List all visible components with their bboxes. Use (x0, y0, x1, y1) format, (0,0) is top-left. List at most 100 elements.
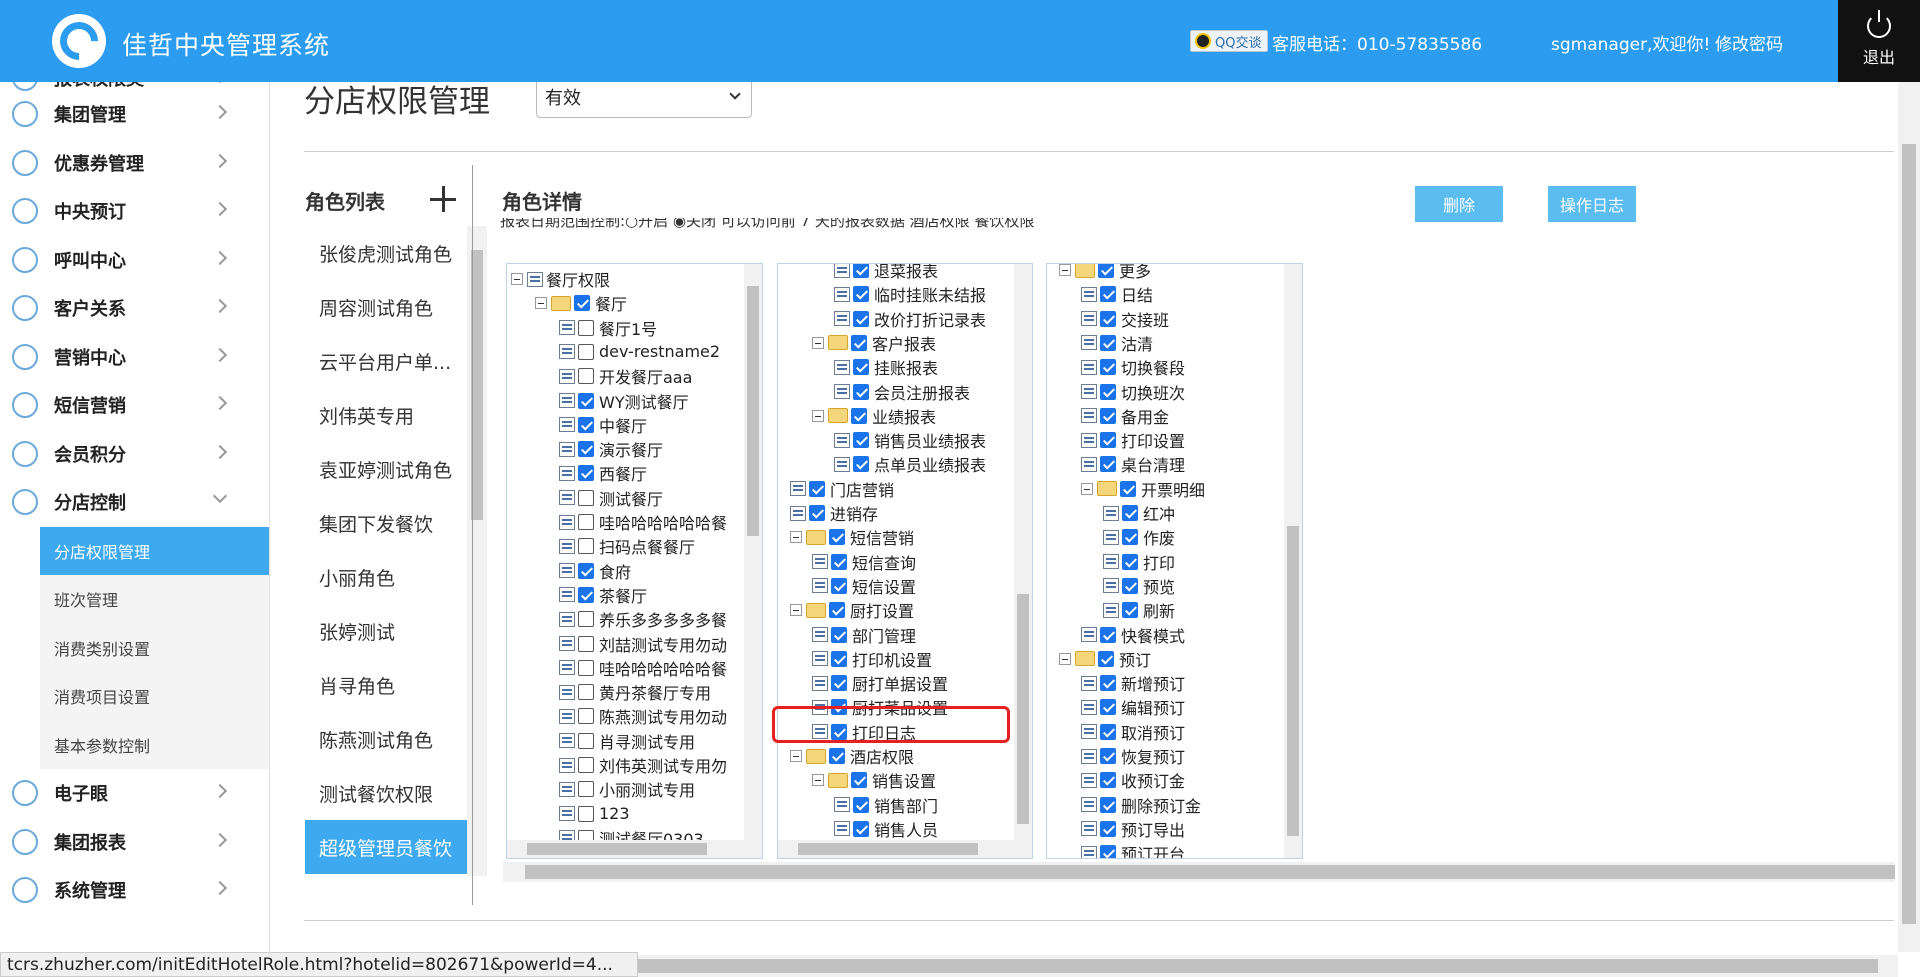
permission-checkbox[interactable] (1098, 650, 1114, 667)
permission-checkbox[interactable] (809, 480, 825, 497)
tree-node[interactable]: 销售设置 (812, 768, 936, 792)
permission-checkbox[interactable] (578, 368, 594, 385)
role-list-item[interactable]: 肖寻角色 (305, 658, 467, 712)
tree-toggle-icon[interactable] (511, 273, 523, 285)
permission-checkbox[interactable] (853, 310, 869, 327)
tree-node[interactable]: 西餐厅 (559, 461, 647, 485)
tree-node[interactable]: 酒店权限 (790, 744, 914, 768)
scrollbar-thumb[interactable] (798, 843, 978, 855)
tree-node[interactable]: 预订开台 (1081, 841, 1185, 858)
tree-node[interactable]: 123 (559, 802, 630, 826)
tree-node[interactable]: 哇哈哈哈哈哈哈餐 (559, 510, 727, 534)
permission-checkbox[interactable] (853, 383, 869, 400)
tree-node[interactable]: 会员注册报表 (834, 380, 970, 404)
permission-checkbox[interactable] (578, 392, 594, 409)
tree-node[interactable]: 改价打折记录表 (834, 307, 986, 331)
tree-toggle-icon[interactable] (1059, 264, 1071, 276)
permission-checkbox[interactable] (1122, 602, 1138, 619)
tree-node[interactable]: 切换餐段 (1081, 355, 1185, 379)
tree-node[interactable]: 小丽测试专用 (559, 777, 695, 801)
sidebar-item-mail[interactable]: 短信营销 (0, 381, 269, 430)
scrollbar-thumb[interactable] (527, 843, 707, 855)
tree-node[interactable]: 预订导出 (1081, 817, 1185, 841)
tree-toggle-icon[interactable] (1059, 652, 1071, 665)
role-list-item[interactable]: 小丽角色 (305, 550, 467, 604)
logout-button[interactable]: 退出 (1838, 0, 1920, 82)
tree-node[interactable]: dev-restname2 (559, 340, 720, 364)
scrollbar-thumb[interactable] (747, 286, 759, 536)
tree-node[interactable]: 快餐模式 (1081, 623, 1185, 647)
tree-node[interactable]: 哇哈哈哈哈哈哈餐 (559, 656, 727, 680)
tree-node[interactable]: 开发餐厅aaa (559, 364, 692, 388)
tree-horizontal-scrollbar[interactable] (778, 840, 1032, 858)
sidebar-item-settings[interactable]: 系统管理 (0, 866, 269, 915)
tree-vertical-scrollbar[interactable] (1284, 264, 1302, 858)
permission-checkbox[interactable] (578, 489, 594, 506)
tree-node[interactable]: 取消预订 (1081, 720, 1185, 744)
permission-checkbox[interactable] (853, 796, 869, 813)
permission-checkbox[interactable] (1100, 456, 1116, 473)
permission-checkbox[interactable] (574, 295, 590, 312)
permission-checkbox[interactable] (1122, 553, 1138, 570)
tree-node[interactable]: 门店营销 (790, 477, 894, 501)
tree-node[interactable]: 打印机设置 (812, 647, 932, 671)
sidebar-item-group[interactable]: 集团管理 (0, 90, 269, 139)
permission-checkbox[interactable] (1100, 432, 1116, 449)
tree-node[interactable]: 厨打单据设置 (812, 671, 948, 695)
permission-checkbox[interactable] (831, 626, 847, 643)
tree-toggle-icon[interactable] (790, 750, 802, 762)
sidebar-item-store[interactable]: 分店控制 (0, 478, 269, 527)
sidebar-item-trophy[interactable]: 客户关系 (0, 284, 269, 333)
tree-node[interactable]: 进销存 (790, 501, 878, 525)
permission-checkbox[interactable] (578, 732, 594, 749)
permission-checkbox[interactable] (1100, 407, 1116, 424)
permission-checkbox[interactable] (831, 577, 847, 594)
tree-node[interactable]: 恢复预订 (1081, 744, 1185, 768)
submenu-item[interactable]: 消费类别设置 (40, 624, 269, 673)
permission-checkbox[interactable] (578, 441, 594, 458)
permission-checkbox[interactable] (578, 611, 594, 628)
permission-checkbox[interactable] (578, 538, 594, 555)
role-list-item[interactable]: 周容测试角色 (305, 280, 467, 334)
role-list-item[interactable]: 袁亚婷测试角色 (305, 442, 467, 496)
permission-checkbox[interactable] (829, 602, 845, 619)
tree-node[interactable]: 中餐厅 (559, 413, 647, 437)
tree-node[interactable]: 客户报表 (812, 331, 936, 355)
tree-toggle-icon[interactable] (790, 604, 802, 617)
permission-checkbox[interactable] (1100, 334, 1116, 351)
permission-checkbox[interactable] (853, 264, 869, 278)
permission-checkbox[interactable] (1100, 796, 1116, 813)
tree-node[interactable]: 收预订金 (1081, 768, 1185, 792)
scrollbar-thumb[interactable] (1902, 144, 1916, 924)
tree-node[interactable]: 销售员业绩报表 (834, 428, 986, 452)
sidebar-item-coupon[interactable]: 优惠券管理 (0, 139, 269, 188)
permission-checkbox[interactable] (578, 781, 594, 798)
permission-checkbox[interactable] (829, 748, 845, 764)
role-list-item[interactable]: 刘伟英专用 (305, 388, 467, 442)
tree-node[interactable]: 开票明细 (1081, 477, 1205, 501)
tree-node[interactable]: 黄丹茶餐厅专用 (559, 680, 711, 704)
permission-checkbox[interactable] (1100, 699, 1116, 716)
tree-node[interactable]: 厨打设置 (790, 598, 914, 622)
permission-checkbox[interactable] (578, 805, 594, 822)
qq-chat-button[interactable]: QQ交谈 (1190, 30, 1268, 52)
tree-node[interactable]: 养乐多多多多多餐 (559, 607, 727, 631)
tree-node[interactable]: 沽清 (1081, 331, 1153, 355)
permission-checkbox[interactable] (578, 635, 594, 652)
tree-node[interactable]: 编辑预订 (1081, 695, 1185, 719)
tree-node[interactable]: 刘喆测试专用勿动 (559, 632, 727, 656)
scrollbar-thumb[interactable] (525, 865, 1895, 879)
permission-checkbox[interactable] (1100, 772, 1116, 789)
tree-node[interactable]: 新增预订 (1081, 671, 1185, 695)
scrollbar-thumb[interactable] (638, 959, 1878, 973)
permission-checkbox[interactable] (851, 772, 867, 789)
permission-checkbox[interactable] (1122, 577, 1138, 594)
role-list-scrollbar[interactable] (467, 226, 487, 876)
change-password-link[interactable]: 修改密码 (1715, 30, 1783, 55)
permission-checkbox[interactable] (1100, 286, 1116, 303)
tree-node[interactable]: 作废 (1103, 525, 1175, 549)
tree-node[interactable]: 红冲 (1103, 501, 1175, 525)
permission-checkbox[interactable] (1098, 264, 1114, 278)
tree-node[interactable]: 餐厅权限 (511, 267, 610, 291)
scrollbar-thumb[interactable] (1017, 594, 1029, 824)
